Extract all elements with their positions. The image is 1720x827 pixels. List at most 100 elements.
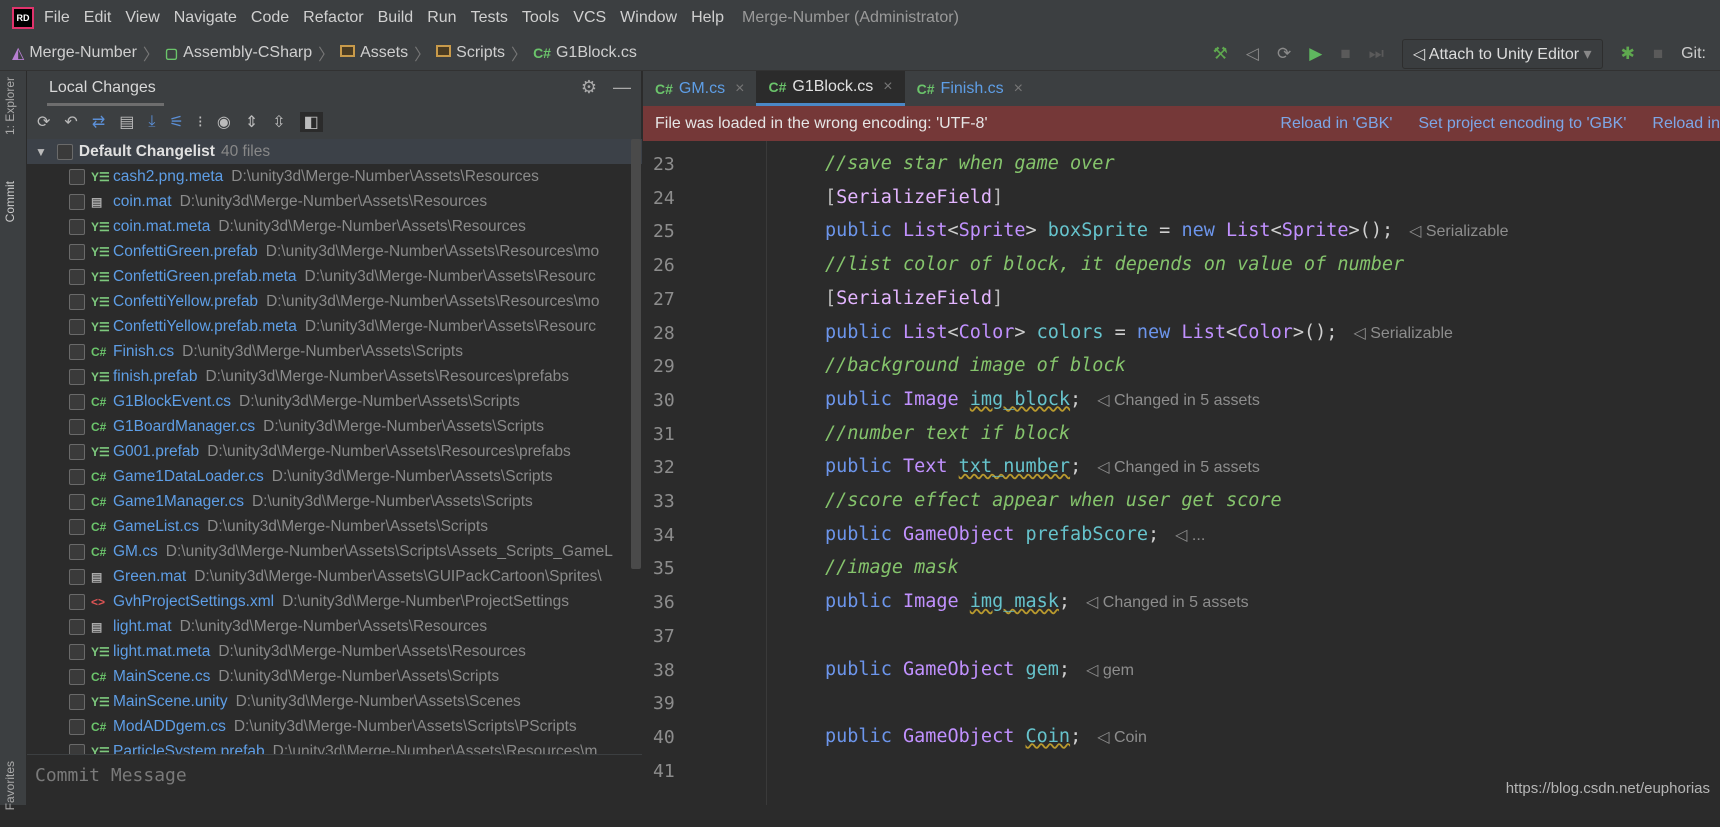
code-vision-hint[interactable]: ◁ Serializable — [1353, 325, 1452, 342]
file-checkbox[interactable] — [69, 693, 85, 710]
side-tab-favorites[interactable]: Favorites — [3, 761, 17, 810]
stop-icon[interactable]: ■ — [1340, 44, 1350, 64]
diff-icon[interactable]: ⇄ — [92, 112, 105, 132]
code-vision-hint[interactable]: ◁ Serializable — [1409, 223, 1508, 240]
file-checkbox[interactable] — [69, 643, 85, 660]
refresh-icon[interactable]: ⟳ — [1277, 44, 1291, 64]
changelist-icon[interactable]: ▤ — [119, 112, 134, 132]
file-checkbox[interactable] — [69, 268, 85, 285]
file-checkbox[interactable] — [69, 343, 85, 360]
breadcrumb-item[interactable]: ◭ Merge-Number — [12, 43, 137, 63]
side-tab-explorer[interactable]: 1: Explorer — [3, 77, 17, 135]
unity-icon[interactable]: ◁ — [1246, 44, 1259, 64]
run-configuration-dropdown[interactable]: ◁ Attach to Unity Editor ▾ — [1401, 38, 1603, 69]
file-checkbox[interactable] — [69, 718, 85, 735]
menu-build[interactable]: Build — [378, 9, 414, 27]
breadcrumb-item[interactable]: C# G1Block.cs — [533, 44, 637, 62]
rollback-icon[interactable]: ↶ — [64, 112, 77, 132]
file-row[interactable]: Y☰ ConfettiGreen.prefab D:\unity3d\Merge-N… — [27, 239, 642, 264]
file-checkbox[interactable] — [69, 443, 85, 460]
file-row[interactable]: C# MainScene.cs D:\unity3d\Merge-Number\As… — [27, 664, 642, 689]
build-hammer-icon[interactable]: ⚒ — [1213, 44, 1228, 64]
merge-icon[interactable]: ⚟ — [169, 112, 183, 132]
group-by-icon[interactable]: ⁝ — [198, 112, 203, 132]
eye-icon[interactable]: ◉ — [217, 112, 231, 132]
menu-code[interactable]: Code — [251, 9, 289, 27]
refresh-icon[interactable]: ⟳ — [37, 112, 50, 132]
file-row[interactable]: ▤ light.mat D:\unity3d\Merge-Number\Assets… — [27, 614, 642, 639]
file-row[interactable]: C# G1BoardManager.cs D:\unity3d\Merge-Numb… — [27, 414, 642, 439]
file-row[interactable]: Y☰ G001.prefab D:\unity3d\Merge-Number\Ass… — [27, 439, 642, 464]
banner-link[interactable]: Reload in 'GBK' — [1280, 115, 1392, 133]
group-checkbox[interactable] — [56, 143, 73, 160]
changelist-group[interactable]: ▼ Default Changelist 40 files — [27, 139, 642, 164]
breadcrumb-item[interactable]: ▢ Assembly-CSharp — [165, 44, 312, 62]
file-checkbox[interactable] — [69, 168, 85, 185]
file-checkbox[interactable] — [69, 593, 85, 610]
close-icon[interactable]: × — [883, 78, 892, 96]
run-icon[interactable]: ▶ — [1309, 44, 1322, 64]
file-row[interactable]: Y☰ cash2.png.meta D:\unity3d\Merge-Number\… — [27, 164, 642, 189]
menu-refactor[interactable]: Refactor — [303, 9, 363, 27]
menu-tests[interactable]: Tests — [471, 9, 508, 27]
file-checkbox[interactable] — [69, 518, 85, 535]
menu-window[interactable]: Window — [620, 9, 677, 27]
menu-navigate[interactable]: Navigate — [174, 9, 237, 27]
breadcrumb-item[interactable]: Assets — [340, 44, 408, 62]
file-row[interactable]: <> GvhProjectSettings.xml D:\unity3d\Merge… — [27, 589, 642, 614]
file-checkbox[interactable] — [69, 293, 85, 310]
file-row[interactable]: Y☰ finish.prefab D:\unity3d\Merge-Number\A… — [27, 364, 642, 389]
close-icon[interactable]: × — [735, 80, 744, 98]
collapse-all-icon[interactable]: ⇳ — [272, 112, 285, 132]
commit-message-input[interactable]: Commit Message — [27, 754, 642, 805]
file-checkbox[interactable] — [69, 468, 85, 485]
file-row[interactable]: ▤ Green.mat D:\unity3d\Merge-Number\Assets… — [27, 564, 642, 589]
menu-file[interactable]: File — [44, 9, 70, 27]
step-icon[interactable]: ⏭ — [1369, 44, 1384, 64]
banner-link[interactable]: Set project encoding to 'GBK' — [1418, 115, 1626, 133]
file-checkbox[interactable] — [69, 668, 85, 685]
gear-icon[interactable]: ⚙ — [581, 77, 597, 98]
code-vision-hint[interactable]: ◁ Changed in 5 assets — [1086, 594, 1249, 611]
breadcrumb-item[interactable]: Scripts — [436, 44, 505, 62]
file-row[interactable]: Y☰ MainScene.unity D:\unity3d\Merge-Number… — [27, 689, 642, 714]
file-row[interactable]: C# Game1DataLoader.cs D:\unity3d\Merge-Num… — [27, 464, 642, 489]
menu-view[interactable]: View — [125, 9, 159, 27]
file-checkbox[interactable] — [69, 318, 85, 335]
code-editor[interactable]: 23 24 25 26 27 28 29 30 31 32 33 34 35 36 37 38 39 40 41 /… — [643, 141, 1720, 805]
code-vision-hint[interactable]: ◁ gem — [1086, 662, 1134, 679]
file-row[interactable]: Y☰ ConfettiGreen.prefab.meta D:\unity3d\Me… — [27, 264, 642, 289]
menu-edit[interactable]: Edit — [84, 9, 112, 27]
file-row[interactable]: Y☰ coin.mat.meta D:\unity3d\Merge-Number\A… — [27, 214, 642, 239]
code-vision-hint[interactable]: ◁ Changed in 5 assets — [1097, 459, 1260, 476]
file-row[interactable]: Y☰ ConfettiYellow.prefab.meta D:\unity3d\M… — [27, 314, 642, 339]
file-checkbox[interactable] — [69, 243, 85, 260]
tab-finish-cs[interactable]: C# Finish.cs × — [905, 71, 1035, 106]
code-vision-hint[interactable]: ◁ Coin — [1097, 729, 1147, 746]
file-row[interactable]: C# G1BlockEvent.cs D:\unity3d\Merge-Number… — [27, 389, 642, 414]
shelve-icon[interactable]: ⤓ — [148, 113, 155, 131]
list-scrollbar[interactable] — [631, 139, 641, 569]
menu-tools[interactable]: Tools — [522, 9, 559, 27]
file-checkbox[interactable] — [69, 218, 85, 235]
file-row[interactable]: Y☰ ConfettiYellow.prefab D:\unity3d\Merge-… — [27, 289, 642, 314]
preview-toggle-icon[interactable]: ◧ — [299, 112, 323, 132]
minimize-icon[interactable]: — — [613, 77, 631, 98]
file-checkbox[interactable] — [69, 493, 85, 510]
banner-link[interactable]: Reload in — [1652, 115, 1720, 133]
close-icon[interactable]: × — [1014, 80, 1023, 98]
file-checkbox[interactable] — [69, 393, 85, 410]
code-vision-hint[interactable]: ◁ Changed in 5 assets — [1097, 392, 1260, 409]
file-checkbox[interactable] — [69, 368, 85, 385]
file-row[interactable]: ▤ coin.mat D:\unity3d\Merge-Number\Assets\… — [27, 189, 642, 214]
debug-bug-icon[interactable]: ✱ — [1621, 44, 1635, 64]
file-checkbox[interactable] — [69, 193, 85, 210]
file-checkbox[interactable] — [69, 543, 85, 560]
file-row[interactable]: C# Game1Manager.cs D:\unity3d\Merge-Number… — [27, 489, 642, 514]
panel-title[interactable]: Local Changes — [47, 72, 164, 106]
stop-debug-icon[interactable]: ■ — [1653, 44, 1663, 64]
file-checkbox[interactable] — [69, 418, 85, 435]
side-tab-commit[interactable]: Commit — [3, 181, 17, 222]
file-row[interactable]: C# Finish.cs D:\unity3d\Merge-Number\Asset… — [27, 339, 642, 364]
expand-triangle-icon[interactable]: ▼ — [35, 145, 47, 159]
